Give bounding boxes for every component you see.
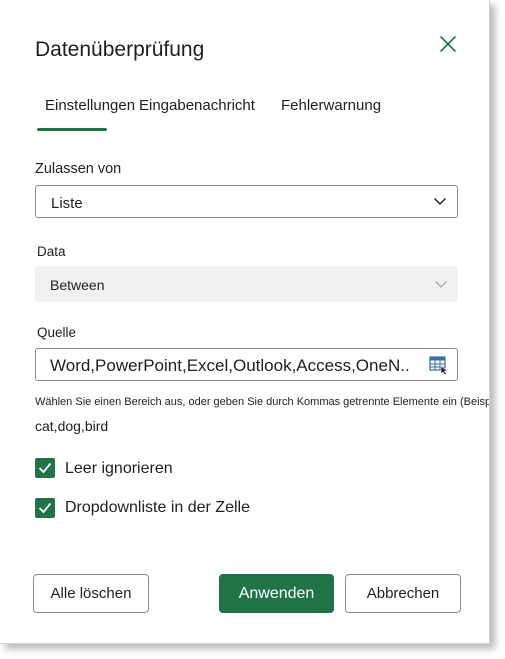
tab-error-alert[interactable]: Fehlerwarnung	[281, 97, 381, 114]
ignore-blank-label[interactable]: Leer ignorieren	[65, 460, 173, 478]
range-select-icon[interactable]	[429, 355, 449, 375]
close-icon	[440, 36, 456, 52]
data-select-value: Between	[50, 277, 105, 293]
source-input[interactable]: Word,PowerPoint,Excel,Outlook,Access,One…	[35, 348, 458, 381]
data-label: Data	[37, 244, 66, 259]
tab-input-message[interactable]: Eingabenachricht	[139, 97, 255, 114]
source-input-value: Word,PowerPoint,Excel,Outlook,Access,One…	[50, 356, 410, 375]
dialog-title: Datenüberprüfung	[35, 38, 205, 61]
close-button[interactable]	[437, 33, 459, 55]
in-cell-dropdown-checkbox[interactable]	[35, 498, 55, 518]
source-label: Quelle	[37, 325, 77, 340]
allow-select-value: Liste	[51, 195, 83, 212]
in-cell-dropdown-label[interactable]: Dropdownliste in der Zelle	[65, 499, 250, 517]
data-select: Between	[35, 266, 458, 302]
checkmark-icon	[38, 462, 52, 474]
allow-label: Zulassen von	[35, 161, 122, 177]
clear-all-button[interactable]: Alle löschen	[33, 574, 149, 613]
tab-settings[interactable]: Einstellungen	[45, 97, 135, 114]
chevron-down-icon	[434, 198, 446, 205]
cancel-button[interactable]: Abbrechen	[345, 574, 461, 613]
data-validation-dialog: Datenüberprüfung Einstellungen Eingabena…	[0, 0, 490, 644]
selected-tab-indicator	[37, 128, 107, 131]
chevron-down-icon	[435, 281, 447, 288]
checkmark-icon	[38, 502, 52, 514]
source-hint: Wählen Sie einen Bereich aus, oder geben…	[35, 396, 489, 408]
apply-button[interactable]: Anwenden	[219, 574, 334, 613]
ignore-blank-checkbox[interactable]	[35, 458, 55, 478]
source-example: cat,dog,bird	[35, 418, 109, 434]
allow-select[interactable]: Liste	[35, 185, 458, 218]
